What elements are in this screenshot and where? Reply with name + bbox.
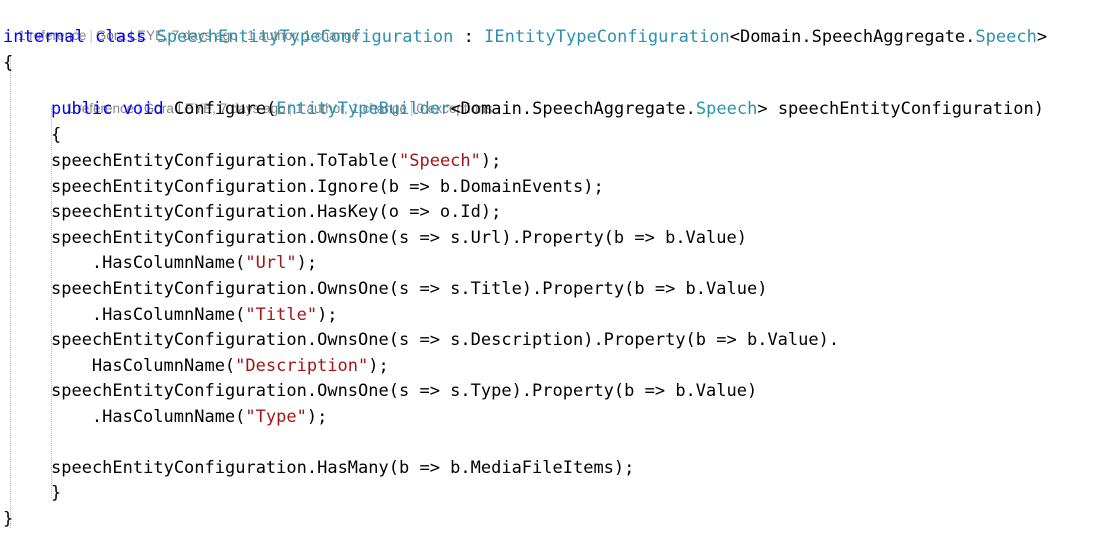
code-line-method-close-brace: } xyxy=(0,480,1109,506)
colon-separator: : xyxy=(453,27,485,47)
statement-text: .HasColumnName( xyxy=(91,253,246,274)
statement-text: speechEntityConfiguration.OwnsOne(s => s… xyxy=(51,381,758,402)
code-line-statement: speechEntityConfiguration.OwnsOne(s => s… xyxy=(0,327,1109,353)
code-line-class-open-brace: { xyxy=(0,50,1109,76)
statement-terminator: ); xyxy=(368,355,389,376)
code-line-method-signature: public void Configure(EntityTypeBuilder<… xyxy=(0,96,1109,122)
statement-text: speechEntityConfiguration.OwnsOne(s => s… xyxy=(51,227,747,248)
code-line-statement: .HasColumnName("Type"); xyxy=(0,404,1109,430)
code-line-statement: speechEntityConfiguration.Ignore(b => b.… xyxy=(0,174,1109,200)
keyword-class: class xyxy=(95,27,147,47)
generic-open-angle: < xyxy=(729,27,740,47)
code-line-method-open-brace: { xyxy=(0,122,1109,148)
paren-open: ( xyxy=(266,99,277,119)
code-editor[interactable]: 1 reference | Gora LEYE, 7 days ago | 1 auth… xyxy=(0,0,1109,536)
statement-text: .HasColumnName( xyxy=(91,304,246,325)
generic-open-angle: < xyxy=(450,99,461,119)
brace-open-class: { xyxy=(3,53,14,73)
parameter-name: speechEntityConfiguration xyxy=(767,99,1034,119)
statement-text: speechEntityConfiguration.HasKey(o => o.… xyxy=(51,202,502,223)
brace-close-class: } xyxy=(3,509,14,529)
string-literal: "Description" xyxy=(235,355,369,376)
string-literal: "Type" xyxy=(245,407,307,427)
string-literal: "Title" xyxy=(245,304,318,325)
statement-terminator: ); xyxy=(317,304,338,325)
code-line-statement: speechEntityConfiguration.OwnsOne(s => s… xyxy=(0,225,1109,251)
code-line-statement xyxy=(0,430,1109,456)
code-line-statement: .HasColumnName("Title"); xyxy=(0,302,1109,328)
code-line-statement: .HasColumnName("Url"); xyxy=(0,250,1109,276)
statement-text: HasColumnName( xyxy=(91,355,236,376)
statement-terminator: ); xyxy=(480,151,502,171)
generic-type-name: Speech xyxy=(695,99,758,119)
statement-text: speechEntityConfiguration.OwnsOne(s => s… xyxy=(51,330,840,351)
code-line-statement: speechEntityConfiguration.HasKey(o => o.… xyxy=(0,199,1109,225)
statement-terminator: ); xyxy=(306,407,328,427)
statement-terminator: ); xyxy=(296,253,318,274)
string-literal: "Url" xyxy=(245,253,297,274)
statement-text: speechEntityConfiguration.Ignore(b => b.… xyxy=(51,176,604,197)
brace-open-method: { xyxy=(51,125,62,145)
generic-namespace: Domain.SpeechAggregate. xyxy=(740,27,976,47)
brace-close-method: } xyxy=(51,483,62,503)
parameter-type: EntityTypeBuilder xyxy=(276,99,451,119)
statement-text: .HasColumnName( xyxy=(91,407,246,427)
keyword-internal: internal xyxy=(3,27,85,47)
statement-text: speechEntityConfiguration.OwnsOne(s => s… xyxy=(51,279,768,299)
code-line-class-close-brace: } xyxy=(0,506,1109,532)
code-line-statement: HasColumnName("Description"); xyxy=(0,353,1109,379)
method-name: Configure xyxy=(173,99,266,119)
code-line-statement: speechEntityConfiguration.OwnsOne(s => s… xyxy=(0,378,1109,404)
generic-close-angle: > xyxy=(757,99,768,119)
code-line-class-declaration: internal class SpeechEntityTypeConfigura… xyxy=(0,24,1109,50)
statement-text: speechEntityConfiguration.HasMany(b => b… xyxy=(51,458,635,479)
string-literal: "Speech" xyxy=(399,151,481,171)
interface-name: IEntityTypeConfiguration xyxy=(484,27,730,47)
keyword-void: void xyxy=(122,99,164,119)
generic-type-name: Speech xyxy=(975,27,1037,47)
code-line-statement: speechEntityConfiguration.ToTable("Speec… xyxy=(0,148,1109,174)
keyword-public: public xyxy=(51,99,113,119)
code-line-statement: speechEntityConfiguration.HasMany(b => b… xyxy=(0,455,1109,481)
codelens-class[interactable]: 1 reference | Gora LEYE, 7 days ago | 1 auth… xyxy=(3,6,359,43)
statement-text: speechEntityConfiguration.ToTable( xyxy=(51,151,399,171)
generic-namespace: Domain.SpeechAggregate. xyxy=(460,99,696,119)
paren-close: ) xyxy=(1033,99,1044,119)
generic-close-angle: > xyxy=(1036,27,1048,47)
code-line-statement: speechEntityConfiguration.OwnsOne(s => s… xyxy=(0,276,1109,302)
class-name: SpeechEntityTypeConfiguration xyxy=(156,27,454,47)
